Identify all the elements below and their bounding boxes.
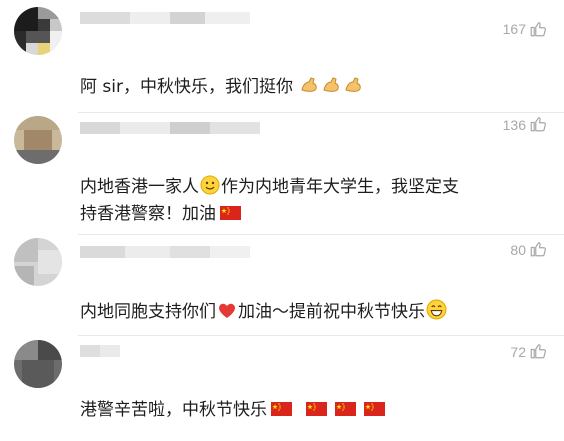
username-blurred[interactable] xyxy=(80,345,120,357)
china-flag-icon xyxy=(364,402,385,416)
comment-text: 港警辛苦啦，中秋节快乐 xyxy=(80,397,389,424)
avatar[interactable] xyxy=(14,116,62,164)
avatar[interactable] xyxy=(14,7,62,55)
flexed-biceps-icon xyxy=(301,77,318,92)
china-flag-icon xyxy=(271,402,292,416)
china-flag-icon xyxy=(306,402,327,416)
comment-item: 167 阿 sir，中秋快乐，我们挺你 xyxy=(0,0,564,112)
comment-text: 内地同胞支持你们 加油～提前祝中秋节快乐 xyxy=(80,299,448,326)
username-blurred[interactable] xyxy=(80,122,260,134)
like-count: 72 xyxy=(510,344,526,360)
like-count: 80 xyxy=(510,242,526,258)
avatar[interactable] xyxy=(14,238,62,286)
red-heart-icon xyxy=(219,303,235,318)
flexed-biceps-icon xyxy=(323,77,340,92)
china-flag-icon xyxy=(220,206,241,220)
flexed-biceps-icon xyxy=(345,77,362,92)
grinning-face-icon xyxy=(426,299,447,320)
china-flag-icon xyxy=(335,402,356,416)
username-blurred[interactable] xyxy=(80,12,250,24)
comment-text: 内地香港一家人 作为内地青年大学生，我坚定支 持香港警察！加油 xyxy=(80,175,459,224)
like-count: 167 xyxy=(502,21,526,37)
like-count: 136 xyxy=(502,117,526,133)
thumbs-up-icon[interactable] xyxy=(529,115,547,133)
thumbs-up-icon[interactable] xyxy=(529,342,547,360)
avatar[interactable] xyxy=(14,340,62,388)
comment-item: 80 内地同胞支持你们 加油～提前祝中秋节快乐 xyxy=(0,234,564,335)
slightly-smiling-face-icon xyxy=(200,175,220,195)
thumbs-up-icon[interactable] xyxy=(529,240,547,258)
comment-item: 136 内地香港一家人 作为内地青年大学生，我坚定支 持香港警察！加油 xyxy=(0,112,564,234)
username-blurred[interactable] xyxy=(80,246,250,258)
comment-text: 阿 sir，中秋快乐，我们挺你 xyxy=(80,74,364,101)
thumbs-up-icon[interactable] xyxy=(529,20,547,38)
comment-item: 72 港警辛苦啦，中秋节快乐 xyxy=(0,335,564,441)
